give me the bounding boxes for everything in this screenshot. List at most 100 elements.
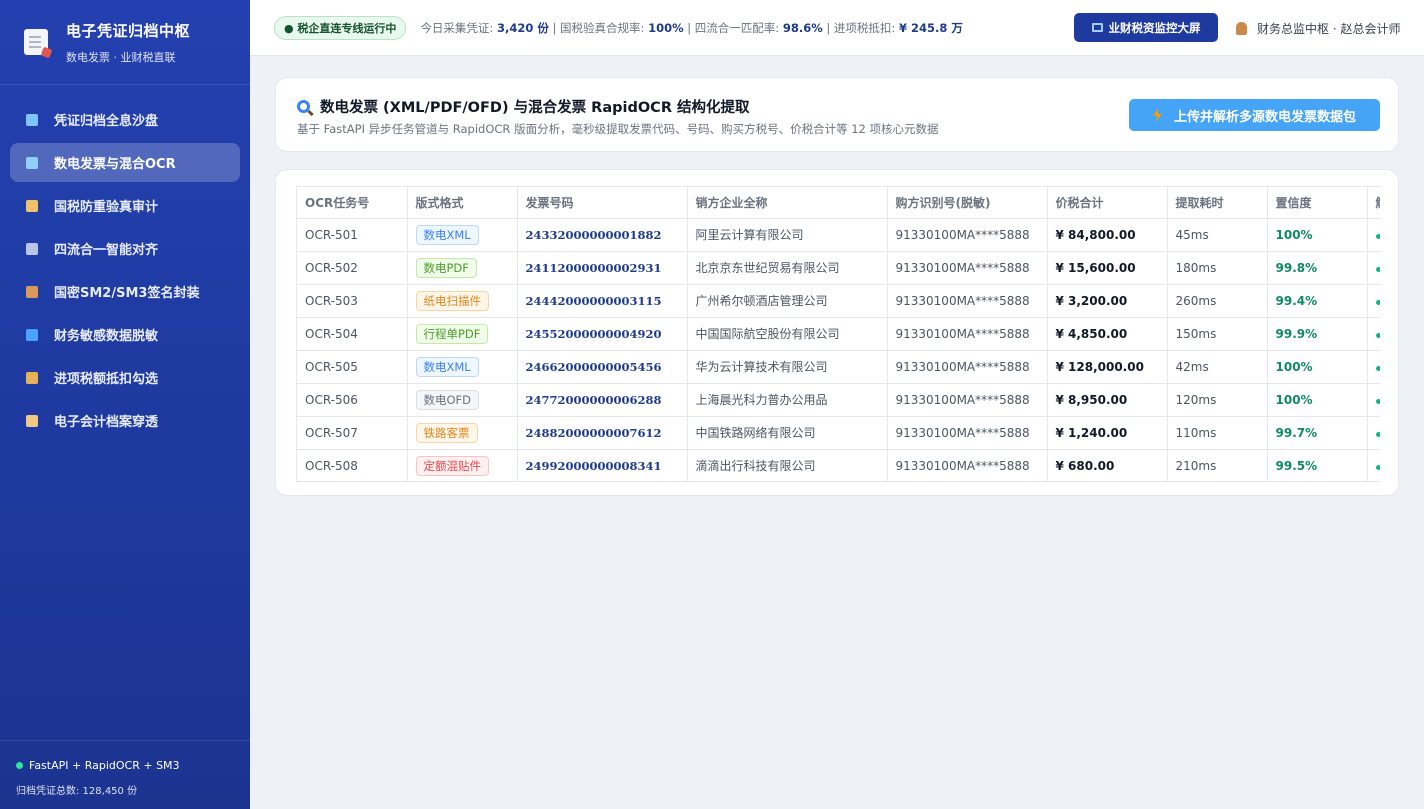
sidebar-item[interactable]: 进项税额抵扣勾选	[10, 358, 240, 397]
table-cell: 广州希尔顿酒店管理公司	[687, 284, 888, 318]
user-label: 财务总监中枢 · 赵总会计师	[1257, 22, 1401, 36]
ocr-table-container[interactable]: OCR任务号 版式格式 发票号码 销方企业全称 购方识别号(脱敏) 价税合计 提取耗时 置信度…	[296, 186, 1380, 482]
stat-value: 3,420 份	[496, 20, 549, 35]
table-cell: 99.8%	[1267, 251, 1368, 285]
monitor-button-label: 业财税资监控大屏	[1108, 20, 1201, 35]
sidebar-item-label: 凭证归档全息沙盘	[54, 114, 159, 129]
invoice-number-cell: 24992000000008341	[525, 458, 662, 473]
status-badge: ● 税企直连专线运行中	[274, 15, 407, 40]
task-id-cell: OCR-504	[305, 326, 358, 341]
status-dot-icon	[1375, 233, 1380, 239]
table-cell: 24552000000004920	[517, 317, 688, 351]
scroll-icon	[26, 414, 38, 427]
sidebar-item[interactable]: 凭证归档全息沙盘	[10, 100, 240, 139]
table-row[interactable]: OCR-503 纸电扫描件 24442000000003115 广州希尔顿酒店管理公司…	[297, 284, 1380, 318]
upload-invoice-button[interactable]: 上传并解析多源数电发票数据包	[1129, 99, 1380, 131]
table-row[interactable]: OCR-507 铁路客票 24882000000007612 中国铁路网络有限公司 91…	[297, 416, 1380, 450]
column-header[interactable]: 价税合计	[1047, 187, 1168, 219]
status-dot-icon	[1375, 365, 1380, 371]
table-row[interactable]: OCR-506 数电OFD 24772000000006288 上海晨光科力普办公用品…	[297, 383, 1380, 417]
task-id-cell: OCR-505	[305, 359, 358, 374]
user-icon	[1236, 22, 1247, 35]
table-cell: 上海晨光科力普办公用品	[687, 383, 888, 417]
column-header[interactable]: 置信度	[1267, 187, 1368, 219]
ocr-header-card: 数电发票 (XML/PDF/OFD) 与混合发票 RapidOCR 结构化提取 …	[275, 77, 1399, 152]
table-cell: 北京京东世纪贸易有限公司	[687, 251, 888, 285]
monitor-dashboard-button[interactable]: 业财税资监控大屏	[1074, 13, 1218, 42]
shield-icon	[26, 328, 38, 341]
column-header[interactable]: 发票号码	[517, 187, 688, 219]
link-icon	[26, 242, 38, 255]
table-cell: 180ms	[1167, 251, 1268, 285]
table-cell: 260ms	[1167, 284, 1268, 318]
table-cell: 数电OFD	[407, 383, 518, 417]
stat-value: 100%	[648, 20, 684, 35]
amount-cell: ¥ 3,200.00	[1055, 293, 1128, 308]
table-cell: 99.7%	[1267, 416, 1368, 450]
duration-cell: 45ms	[1175, 227, 1209, 242]
table-cell: 24662000000005456	[517, 350, 688, 384]
table-cell: 行程单PDF	[407, 317, 518, 351]
search-icon	[26, 156, 38, 169]
brand-title: 电子凭证归档中枢	[66, 21, 191, 40]
table-body: OCR-501 数电XML 24332000000001882 阿里云计算有限公司 91…	[297, 218, 1380, 481]
page-title: 数电发票 (XML/PDF/OFD) 与混合发票 RapidOCR 结构化提取	[297, 96, 750, 117]
status-dot-icon	[1375, 332, 1380, 338]
brand: 电子凭证归档中枢 数电发票 · 业财税直联	[0, 0, 250, 85]
table-cell: 24772000000006288	[517, 383, 688, 417]
monitor-icon	[1091, 23, 1103, 32]
table-cell: 100%	[1267, 383, 1368, 417]
column-header[interactable]: 版式格式	[407, 187, 518, 219]
column-header[interactable]: 购方识别号(脱敏)	[887, 187, 1048, 219]
stat-value: 98.6%	[782, 20, 823, 35]
sidebar-item[interactable]: 电子会计档案穿透	[10, 401, 240, 440]
table-cell: 42ms	[1167, 350, 1268, 384]
table-cell: 91330100MA****5888	[887, 218, 1048, 252]
table-row[interactable]: OCR-502 数电PDF 24112000000002931 北京京东世纪贸易有限公…	[297, 251, 1380, 285]
sidebar-item[interactable]: 国税防重验真审计	[10, 186, 240, 225]
format-tag: 数电XML	[415, 224, 479, 245]
sidebar-item[interactable]: 数电发票与混合OCR	[10, 143, 240, 182]
table-cell: 铁路客票	[407, 416, 518, 450]
user-menu[interactable]: 财务总监中枢 · 赵总会计师	[1236, 20, 1400, 37]
status-dot-icon	[1375, 299, 1380, 305]
table-cell: 100%	[1267, 218, 1368, 252]
column-header[interactable]: OCR任务号	[297, 187, 408, 219]
invoice-number-cell: 24772000000006288	[525, 392, 662, 407]
ocr-results-card: OCR任务号 版式格式 发票号码 销方企业全称 购方识别号(脱敏) 价税合计 提取耗时 置信度…	[275, 169, 1399, 496]
sidebar-item[interactable]: 财务敏感数据脱敏	[10, 315, 240, 354]
confidence-cell: 100%	[1275, 359, 1313, 374]
buyer-id-cell: 91330100MA****5888	[895, 326, 1030, 341]
table-cell: ¥ 4,850.00	[1047, 317, 1168, 351]
table-cell: 91330100MA****5888	[887, 416, 1048, 450]
column-header[interactable]: 解	[1367, 187, 1380, 219]
table-cell	[1367, 218, 1380, 252]
column-header[interactable]: 提取耗时	[1167, 187, 1268, 219]
table-cell: 99.9%	[1267, 317, 1368, 351]
column-header[interactable]: 销方企业全称	[687, 187, 888, 219]
lightning-icon	[1152, 108, 1162, 122]
table-cell	[1367, 251, 1380, 285]
confidence-cell: 99.5%	[1275, 458, 1318, 473]
amount-cell: ¥ 4,850.00	[1055, 326, 1128, 341]
table-cell: 91330100MA****5888	[887, 284, 1048, 318]
format-tag: 数电PDF	[415, 257, 477, 278]
table-row[interactable]: OCR-508 定额混贴件 24992000000008341 滴滴出行科技有限公司 9…	[297, 449, 1380, 481]
format-tag: 纸电扫描件	[415, 290, 489, 311]
table-cell: 纸电扫描件	[407, 284, 518, 318]
table-cell: ¥ 3,200.00	[1047, 284, 1168, 318]
table-cell: 24882000000007612	[517, 416, 688, 450]
confidence-cell: 99.4%	[1275, 293, 1318, 308]
sidebar-item[interactable]: 四流合一智能对齐	[10, 229, 240, 268]
sidebar-item-label: 国税防重验真审计	[54, 200, 159, 215]
table-row[interactable]: OCR-501 数电XML 24332000000001882 阿里云计算有限公司 91…	[297, 218, 1380, 252]
sidebar-item[interactable]: 国密SM2/SM3签名封装	[10, 272, 240, 311]
amount-cell: ¥ 84,800.00	[1055, 227, 1136, 242]
table-cell: 100%	[1267, 350, 1368, 384]
buyer-id-cell: 91330100MA****5888	[895, 227, 1030, 242]
table-row[interactable]: OCR-505 数电XML 24662000000005456 华为云计算技术有限公司…	[297, 350, 1380, 384]
table-cell: 定额混贴件	[407, 449, 518, 481]
table-cell: 中国铁路网络有限公司	[687, 416, 888, 450]
table-row[interactable]: OCR-504 行程单PDF 24552000000004920 中国国际航空股份有限…	[297, 317, 1380, 351]
footer-stack: FastAPI + RapidOCR + SM3	[29, 759, 180, 772]
